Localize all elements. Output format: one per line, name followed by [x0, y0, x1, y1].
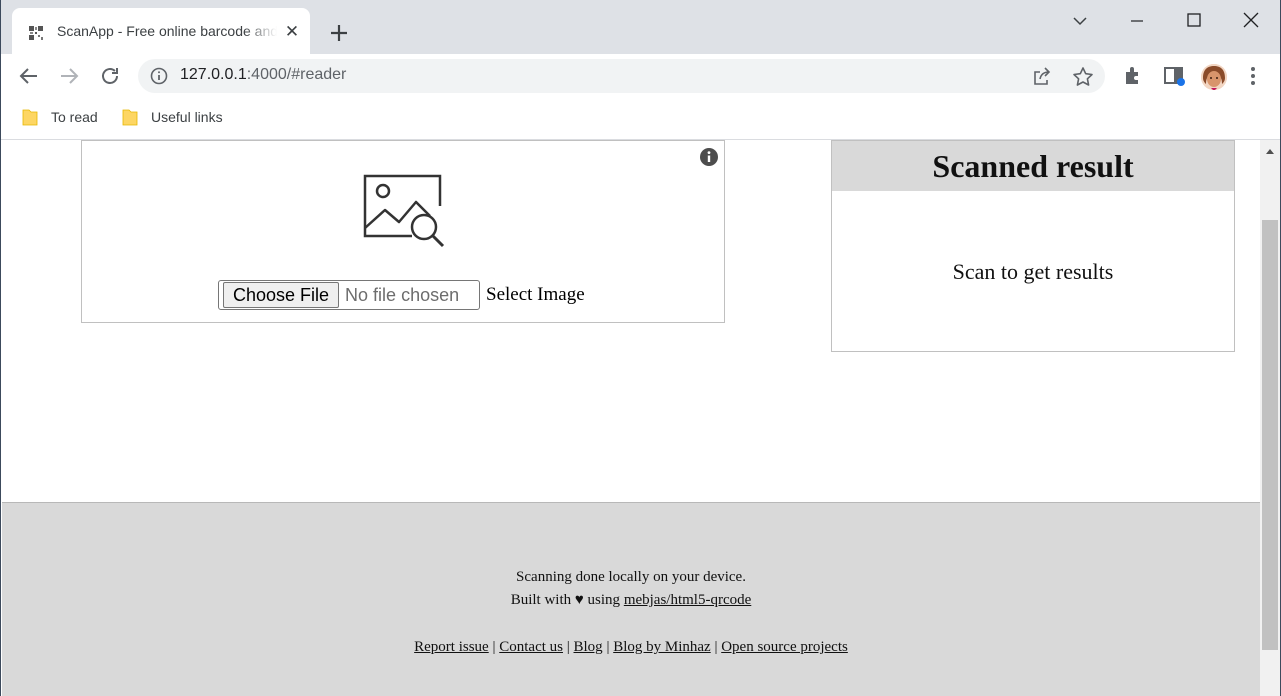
choose-file-button[interactable]: Choose File: [223, 282, 340, 308]
image-search-icon: [363, 174, 445, 248]
url-text: 127.0.0.1:4000/#reader: [180, 66, 347, 83]
bookmark-useful-links[interactable]: Useful links: [122, 107, 223, 127]
close-window-icon[interactable]: [1240, 10, 1262, 32]
footer: Scanning done locally on your device. Bu…: [2, 502, 1260, 696]
avatar[interactable]: [1201, 64, 1227, 90]
plus-icon[interactable]: [327, 21, 351, 45]
scanned-result-panel: Scanned result Scan to get results: [831, 140, 1235, 352]
result-heading: Scanned result: [832, 141, 1234, 191]
more-icon[interactable]: [1241, 64, 1265, 88]
info-icon[interactable]: [150, 67, 168, 85]
file-reader-panel: Choose File No file chosen Select Image: [81, 140, 725, 323]
bookmark-to-read[interactable]: To read: [22, 107, 98, 127]
footer-local-note: Scanning done locally on your device.: [516, 569, 746, 585]
qr-favicon-icon: [28, 25, 44, 41]
bookmarks-bar: To read Useful links: [1, 98, 1280, 140]
page-viewport: Choose File No file chosen Select Image …: [2, 140, 1260, 696]
browser-window: ScanApp - Free online barcode and QR cod…: [0, 0, 1281, 696]
folder-icon: [122, 109, 138, 126]
blog-link[interactable]: Blog: [574, 639, 603, 655]
back-icon[interactable]: [17, 64, 41, 88]
report-issue-link[interactable]: Report issue: [414, 639, 489, 655]
side-panel-icon[interactable]: [1162, 64, 1186, 88]
address-bar[interactable]: 127.0.0.1:4000/#reader: [138, 59, 1105, 93]
scroll-thumb[interactable]: [1262, 220, 1278, 650]
toolbar: 127.0.0.1:4000/#reader: [1, 54, 1280, 98]
file-input[interactable]: Choose File No file chosen: [218, 280, 480, 310]
file-input-row: Choose File No file chosen Select Image: [218, 279, 585, 311]
tab-title: ScanApp - Free online barcode and QR cod…: [57, 23, 277, 39]
scroll-up-icon[interactable]: [1265, 147, 1275, 155]
browser-tab[interactable]: ScanApp - Free online barcode and QR cod…: [12, 8, 310, 54]
tab-strip: ScanApp - Free online barcode and QR cod…: [1, 0, 1280, 54]
minimize-icon[interactable]: [1126, 10, 1148, 32]
close-icon[interactable]: ✕: [283, 23, 301, 41]
open-source-projects-link[interactable]: Open source projects: [721, 639, 848, 655]
share-icon[interactable]: [1032, 67, 1052, 87]
scrollbar[interactable]: [1260, 140, 1280, 696]
star-icon[interactable]: [1072, 66, 1094, 88]
reload-icon[interactable]: [98, 64, 122, 88]
extensions-icon[interactable]: [1122, 64, 1146, 88]
info-icon[interactable]: [699, 147, 719, 167]
blog-by-minhaz-link[interactable]: Blog by Minhaz: [613, 639, 711, 655]
footer-links: Report issue | Contact us | Blog | Blog …: [414, 639, 848, 655]
forward-icon[interactable]: [57, 64, 81, 88]
file-status: No file chosen: [345, 284, 460, 305]
contact-us-link[interactable]: Contact us: [499, 639, 563, 655]
select-image-label: Select Image: [486, 284, 585, 305]
result-placeholder: Scan to get results: [952, 259, 1114, 284]
maximize-icon[interactable]: [1183, 10, 1205, 32]
folder-icon: [22, 109, 38, 126]
chevron-down-icon[interactable]: [1069, 10, 1091, 32]
html5-qrcode-link[interactable]: mebjas/html5-qrcode: [624, 592, 751, 608]
footer-built-with: Built with ♥ using mebjas/html5-qrcode: [510, 592, 752, 608]
